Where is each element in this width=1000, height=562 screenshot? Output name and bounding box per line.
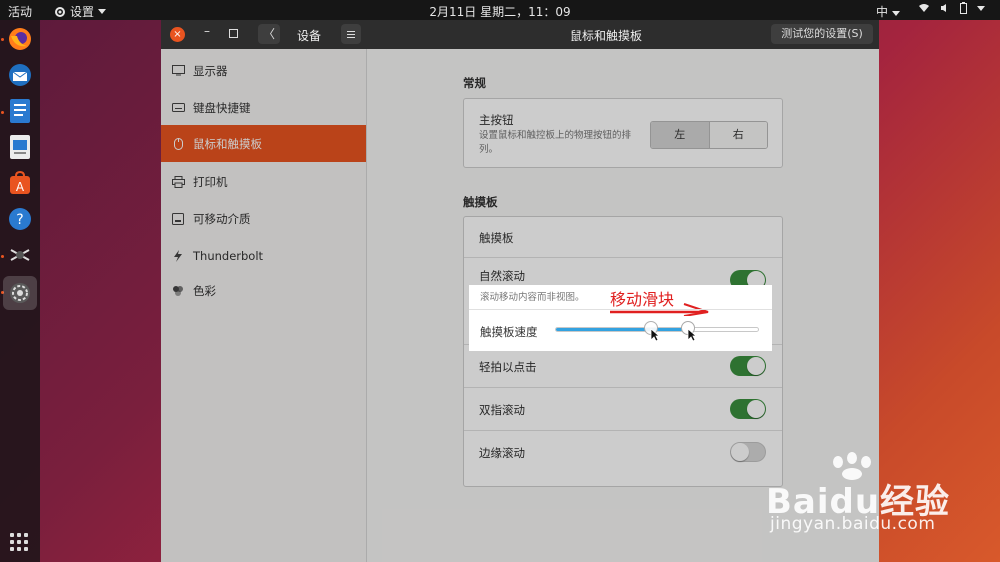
two-finger-scroll-row: 双指滚动 <box>464 387 782 431</box>
keyboard-icon <box>171 103 185 112</box>
tap-to-click-label: 轻拍以点击 <box>479 360 537 374</box>
color-icon <box>171 285 185 297</box>
sidebar-item-label: Thunderbolt <box>193 248 264 263</box>
two-finger-scroll-label: 双指滚动 <box>479 403 525 417</box>
sidebar-item-label: 打印机 <box>193 174 228 189</box>
touchpad-row: 触摸板 <box>464 217 782 257</box>
dock: A ? <box>0 20 40 562</box>
watermark-url: jingyan.baidu.com <box>770 514 936 534</box>
svg-text:A: A <box>16 180 25 194</box>
cursor-icon <box>650 328 660 342</box>
writer-icon[interactable] <box>5 96 35 126</box>
volume-icon <box>941 4 946 12</box>
general-section-title: 常规 <box>463 76 486 90</box>
general-frame: 主按钮 设置鼠标和触控板上的物理按钮的排列。 左 右 <box>463 98 783 168</box>
battery-icon <box>960 2 967 14</box>
panel-title: 设备 <box>297 29 322 43</box>
natural-scroll-label: 自然滚动 <box>479 269 525 283</box>
thunderbolt-icon <box>171 249 185 262</box>
sidebar-item-thunderbolt[interactable]: Thunderbolt <box>161 237 366 274</box>
sidebar-item-label: 显示器 <box>193 63 228 78</box>
slider-fill <box>556 328 689 331</box>
clock[interactable]: 2月11日 星期二，11：09 <box>0 3 1000 20</box>
edge-scroll-label: 边缘滚动 <box>479 446 525 460</box>
network-icon <box>919 4 929 12</box>
software-center-icon[interactable]: A <box>5 168 35 198</box>
sidebar: 显示器 键盘快捷键 鼠标和触摸板 打印机 可移动介质 Thunderbolt 色… <box>161 49 367 562</box>
sidebar-item-label: 键盘快捷键 <box>193 100 251 115</box>
show-applications-icon[interactable] <box>10 533 28 551</box>
primary-left-button[interactable]: 左 <box>651 122 710 148</box>
sidebar-item-label: 色彩 <box>193 283 216 298</box>
edge-scroll-row: 边缘滚动 <box>464 430 782 474</box>
touchpad-speed-highlight: 滚动移动内容而非视图。 移动滑块 触摸板速度 <box>469 285 772 351</box>
back-button[interactable]: 〈 <box>258 24 280 44</box>
minimize-button[interactable]: – <box>199 24 215 42</box>
close-icon: × <box>173 29 182 40</box>
touchpad-speed-label: 触摸板速度 <box>480 325 538 339</box>
mouse-icon <box>171 137 185 150</box>
help-icon[interactable]: ? <box>5 204 35 234</box>
window-title: 鼠标和触摸板 <box>569 29 642 43</box>
printer-icon <box>171 175 185 188</box>
close-button[interactable]: × <box>170 27 185 42</box>
firefox-icon[interactable] <box>5 24 35 54</box>
impress-icon[interactable] <box>5 132 35 162</box>
running-indicator <box>1 38 4 41</box>
primary-button-label: 主按钮 <box>479 113 514 127</box>
touchpad-label: 触摸板 <box>479 231 514 245</box>
hamburger-menu-button[interactable] <box>341 24 361 44</box>
sidebar-item-label: 可移动介质 <box>193 211 251 226</box>
input-method-label: 中 <box>876 5 889 19</box>
edge-scroll-switch[interactable] <box>730 442 766 462</box>
running-indicator <box>1 255 4 258</box>
touchpad-frame: 触摸板 自然滚动 轻拍以点击 双指滚动 边缘滚动 <box>463 216 783 487</box>
settings-icon[interactable] <box>3 276 37 310</box>
sidebar-item-display[interactable]: 显示器 <box>161 52 366 89</box>
maximize-button[interactable] <box>229 29 238 38</box>
chevron-left-icon: 〈 <box>262 27 275 41</box>
tap-to-click-switch[interactable] <box>730 356 766 376</box>
sidebar-item-mouse-touchpad[interactable]: 鼠标和触摸板 <box>161 125 366 162</box>
header-bar: × – 〈 设备 鼠标和触摸板 测试您的设置(S) <box>161 20 879 49</box>
test-settings-button[interactable]: 测试您的设置(S) <box>771 24 873 44</box>
sidebar-item-removable-media[interactable]: 可移动介质 <box>161 200 366 237</box>
svg-text:?: ? <box>16 212 23 228</box>
sidebar-item-label: 鼠标和触摸板 <box>193 136 262 151</box>
divider <box>469 309 772 310</box>
thunderbird-icon[interactable] <box>5 60 35 90</box>
natural-scroll-description: 滚动移动内容而非视图。 <box>480 292 585 303</box>
primary-button-toggle: 左 右 <box>650 121 768 149</box>
display-icon <box>171 65 185 76</box>
removable-media-icon <box>171 212 185 225</box>
primary-right-button[interactable]: 右 <box>709 122 767 148</box>
baidu-watermark: Baidu经验 jingyan.baidu.com <box>766 452 996 542</box>
top-bar: 活动 设置 2月11日 星期二，11：09 中 <box>0 0 1000 20</box>
screenshot-tool-icon[interactable] <box>5 240 35 270</box>
sidebar-item-color[interactable]: 色彩 <box>161 272 366 309</box>
two-finger-scroll-switch[interactable] <box>730 399 766 419</box>
chevron-down-icon <box>891 11 900 16</box>
chevron-down-icon <box>977 5 985 11</box>
input-method-indicator[interactable]: 中 <box>876 3 900 20</box>
primary-button-description: 设置鼠标和触控板上的物理按钮的排列。 <box>479 130 632 155</box>
system-tray[interactable] <box>918 2 985 14</box>
sidebar-item-keyboard-shortcuts[interactable]: 键盘快捷键 <box>161 89 366 126</box>
sidebar-item-printers[interactable]: 打印机 <box>161 163 366 200</box>
running-indicator <box>1 111 4 114</box>
touchpad-section-title: 触摸板 <box>463 195 498 209</box>
cursor-icon <box>687 328 697 342</box>
